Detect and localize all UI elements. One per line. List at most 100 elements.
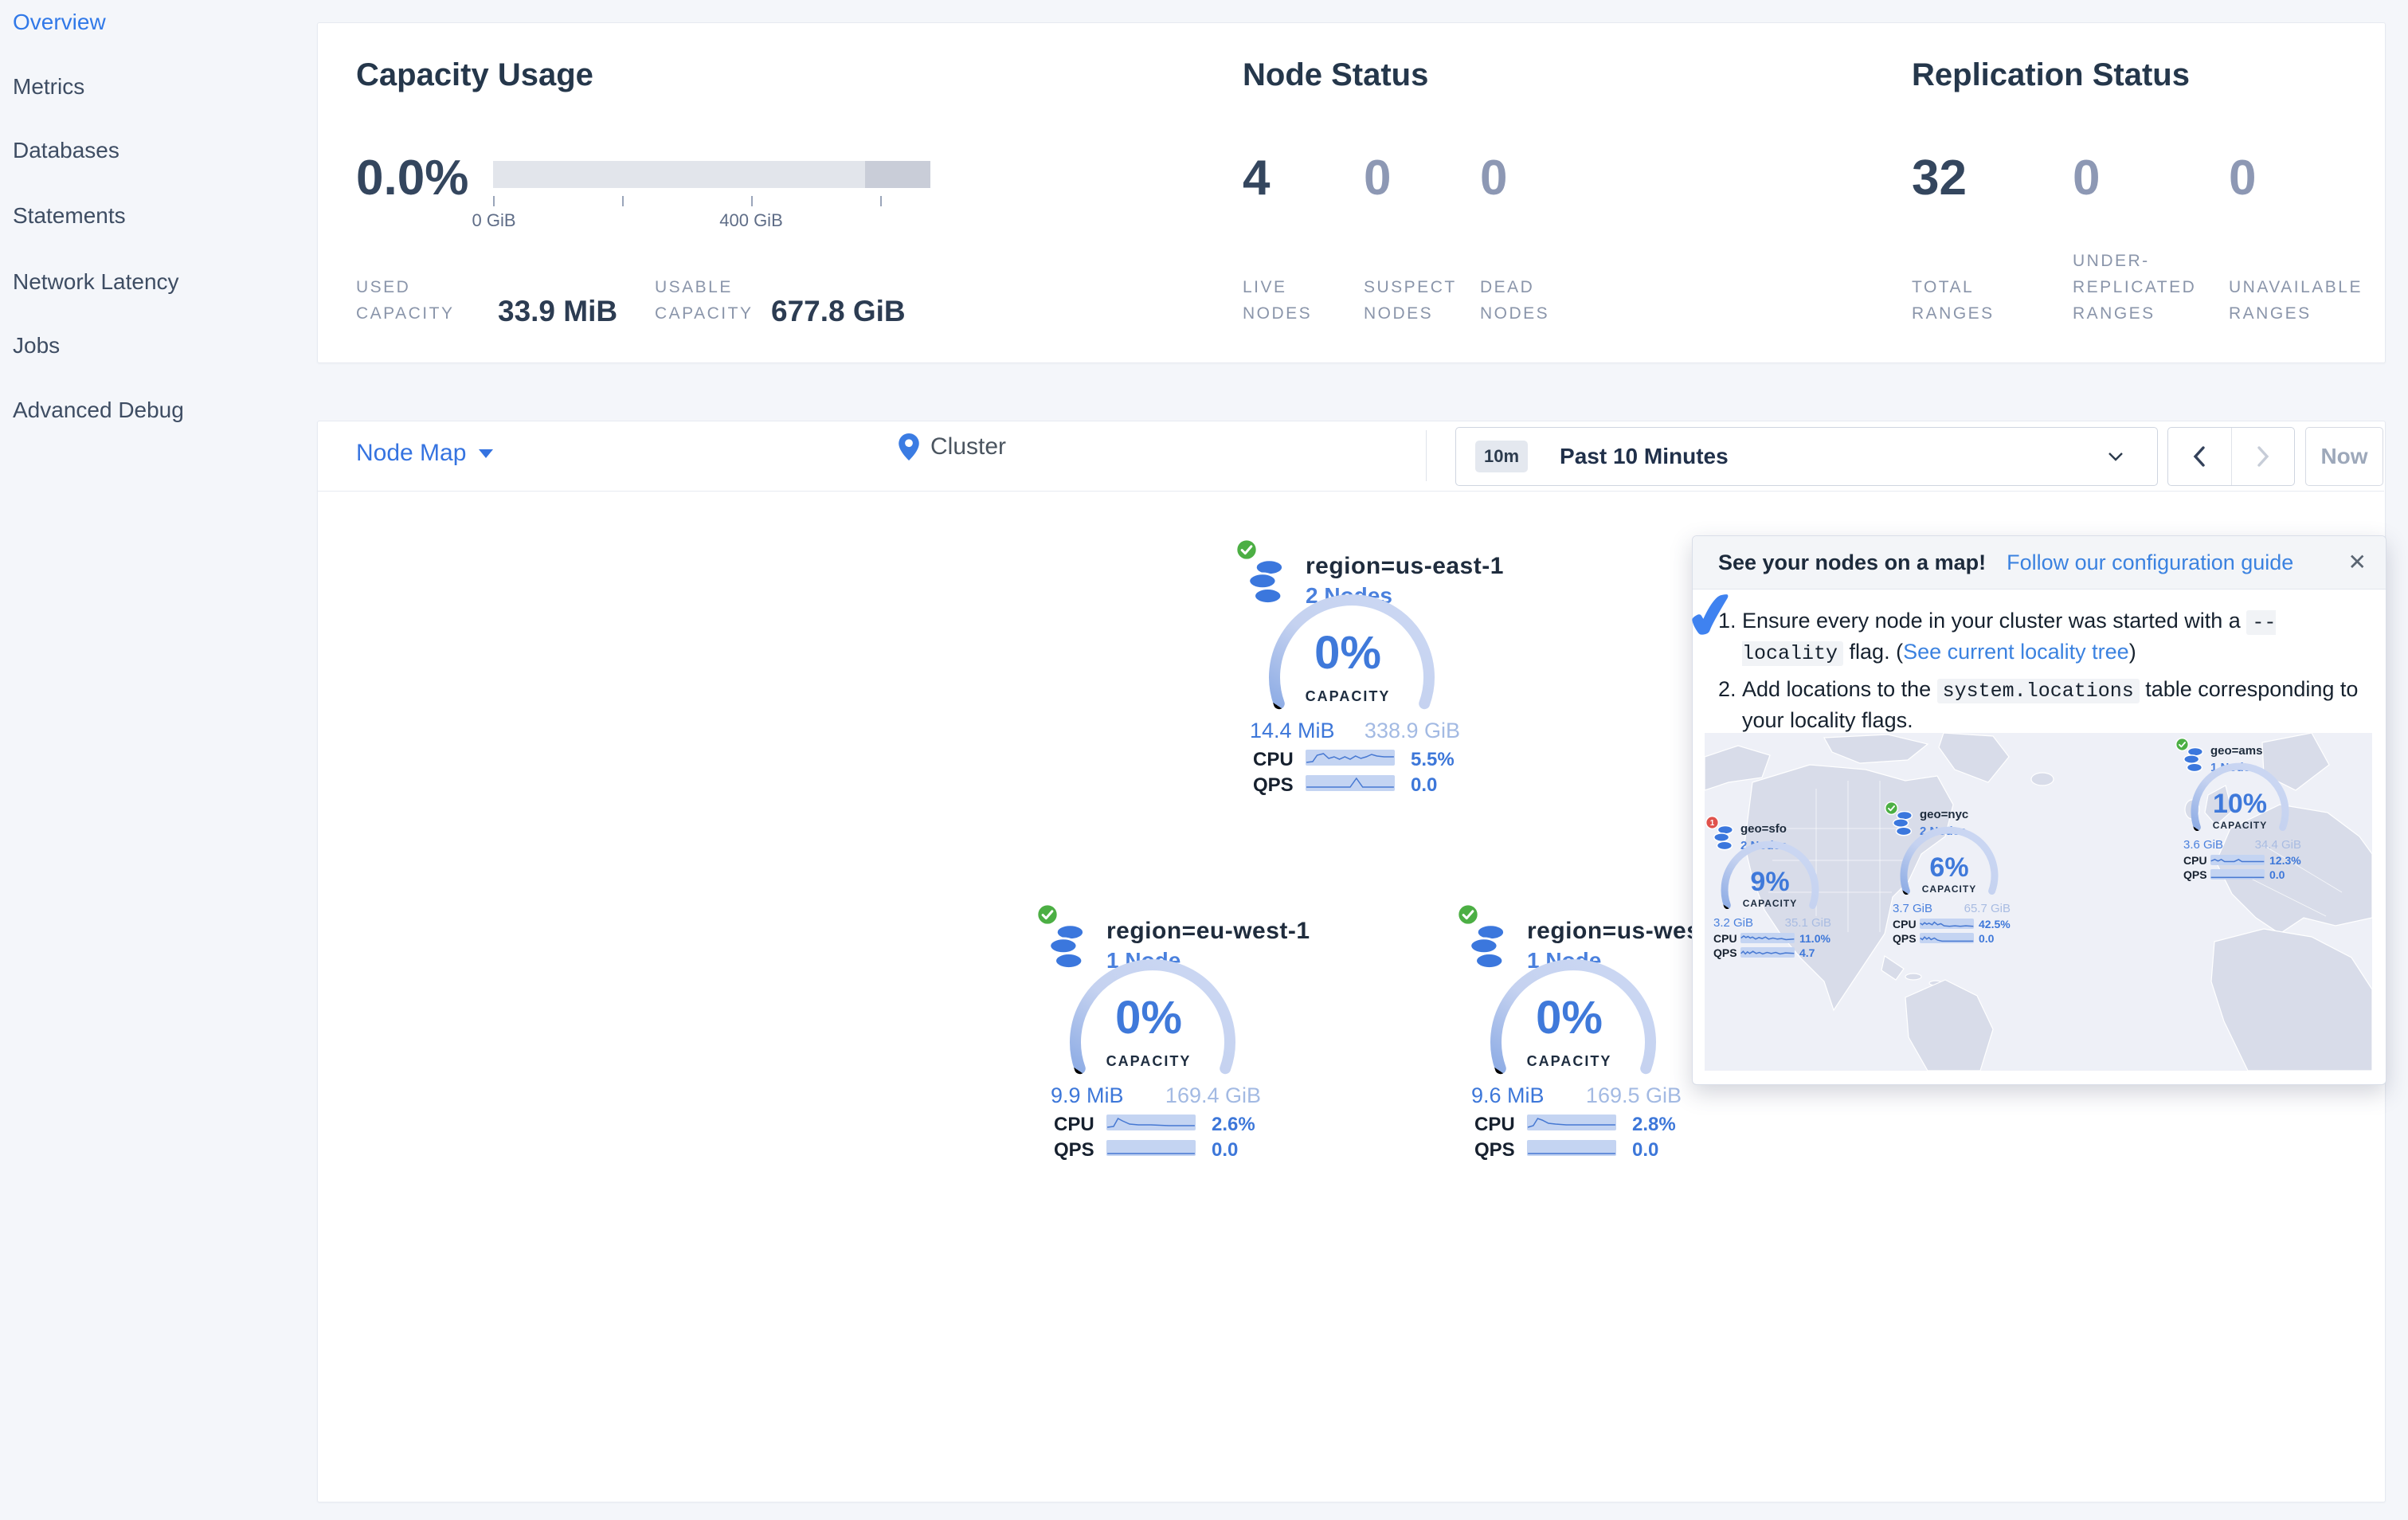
cpu-sparkline: [2210, 855, 2265, 865]
now-button[interactable]: Now: [2305, 427, 2383, 486]
step-1-text: Ensure every node in your cluster was st…: [1742, 609, 2247, 633]
qps-value: 0.0: [1632, 1139, 1659, 1161]
sidebar-item-databases[interactable]: Databases: [13, 138, 119, 163]
node-status-title: Node Status: [1243, 57, 1429, 92]
healthy-check-icon: [1457, 903, 1479, 926]
qps-row: QPS 0.0: [1232, 774, 1463, 796]
sidebar-item-metrics[interactable]: Metrics: [13, 74, 84, 100]
breadcrumb-label: Cluster: [930, 433, 1007, 460]
view-selector-label: Node Map: [356, 440, 467, 466]
db-console-overview-page: { "colors": {"accent_blue": "#3179e8", "…: [0, 0, 2408, 1520]
cpu-sparkline: [1106, 1115, 1196, 1130]
suspect-nodes-count: 0: [1364, 151, 1392, 206]
cpu-label: CPU: [2183, 854, 2207, 867]
locality-capacity-percent: 6%: [1929, 852, 1969, 883]
region-name: region=eu-west-1: [1106, 918, 1310, 944]
locality-name: geo=nyc: [1920, 808, 1969, 821]
cpu-label: CPU: [1893, 918, 1917, 930]
total-ranges-label: TOTAL RANGES: [1912, 278, 1995, 323]
live-nodes-count: 4: [1243, 151, 1271, 206]
locality-cluster-geo-sfo: geo=sfo 2 Nodes 9% CAPACITY 3.2 GiB 35.1…: [1705, 805, 1838, 964]
healthy-check-icon: [2175, 738, 2189, 751]
region-cluster-us-east-1: region=us-east-1 2 Nodes 0% CAPACITY 14.…: [1232, 535, 1503, 806]
cpu-label: CPU: [1253, 749, 1294, 770]
region-usable-capacity: 169.4 GiB: [1165, 1083, 1261, 1107]
under-replicated-label: UNDER-REPLICATED RANGES: [2073, 252, 2197, 323]
cpu-label: CPU: [1474, 1114, 1515, 1135]
region-usable-capacity: 338.9 GiB: [1364, 719, 1460, 742]
locality-used-capacity: 3.6 GiB: [2183, 838, 2224, 852]
time-next-button[interactable]: [2232, 428, 2295, 485]
configuration-guide-link[interactable]: Follow our configuration guide: [2007, 550, 2293, 575]
healthy-check-icon: [1235, 539, 1258, 561]
tooltip-steps: Ensure every node in your cluster was st…: [1712, 606, 2365, 742]
locality-usable-capacity: 35.1 GiB: [1784, 916, 1831, 930]
qps-row: QPS 0.0: [1881, 932, 2017, 946]
close-icon[interactable]: ✕: [2348, 549, 2367, 575]
step-2: Add locations to the system.locations ta…: [1742, 675, 2365, 735]
cpu-value: 2.6%: [1212, 1114, 1255, 1135]
cpu-row: CPU 11.0%: [1705, 932, 1838, 946]
toolbar-divider: [318, 491, 2384, 492]
breadcrumb[interactable]: Cluster: [899, 433, 1006, 460]
cpu-value: 2.8%: [1632, 1114, 1676, 1135]
qps-label: QPS: [1474, 1139, 1515, 1161]
qps-sparkline: [1527, 1140, 1616, 1156]
cpu-sparkline: [1527, 1115, 1616, 1130]
region-cluster-us-west-1: region=us-west-1 1 Node 0% CAPACITY 9.6 …: [1454, 900, 1730, 1171]
qps-label: QPS: [1713, 946, 1737, 959]
sidebar-item-overview[interactable]: Overview: [13, 10, 106, 35]
tooltip-header: See your nodes on a map! Follow our conf…: [1693, 536, 2386, 590]
replication-status-title: Replication Status: [1912, 57, 2190, 92]
locality-tree-link[interactable]: See current locality tree: [1903, 640, 2129, 664]
qps-label: QPS: [2183, 868, 2207, 881]
region-usable-capacity: 169.5 GiB: [1585, 1083, 1682, 1107]
cpu-value: 12.3%: [2269, 854, 2301, 867]
cpu-sparkline: [1920, 919, 1974, 929]
axis-tick: [493, 196, 495, 206]
sidebar-item-statements[interactable]: Statements: [13, 203, 126, 229]
step-1: Ensure every node in your cluster was st…: [1742, 606, 2365, 668]
used-capacity-value: 33.9 MiB: [498, 295, 618, 327]
cpu-row: CPU 12.3%: [2172, 854, 2308, 868]
capacity-percent: 0.0%: [356, 151, 469, 206]
unavailable-ranges-label: UNAVAILABLE RANGES: [2229, 278, 2363, 323]
time-prev-button[interactable]: [2168, 428, 2232, 485]
capacity-usage-title: Capacity Usage: [356, 57, 593, 92]
step-1-suffix: ): [2128, 640, 2136, 664]
qps-sparkline: [1106, 1140, 1196, 1156]
time-range-value: Past 10 Minutes: [1560, 444, 1729, 468]
cpu-label: CPU: [1054, 1114, 1094, 1135]
sidebar-item-network-latency[interactable]: Network Latency: [13, 269, 179, 295]
locality-cluster-geo-ams: geo=ams 1 Node 10% CAPACITY 3.6 GiB 34.4…: [2172, 733, 2308, 886]
view-selector-dropdown[interactable]: Node Map: [356, 440, 494, 467]
locality-capacity-label: CAPACITY: [1921, 883, 1977, 895]
step-2-text: Add locations to the: [1742, 677, 1937, 701]
locality-cluster-geo-nyc: geo=nyc 2 Nodes 6% CAPACITY 3.7 GiB 65.7…: [1881, 790, 2017, 950]
live-nodes-label: LIVE NODES: [1243, 278, 1313, 323]
usable-capacity-label: USABLE CAPACITY: [655, 278, 754, 323]
locality-capacity-percent: 9%: [1750, 867, 1790, 897]
qps-label: QPS: [1893, 932, 1917, 945]
qps-value: 4.7: [1799, 946, 1815, 959]
sidebar-item-advanced-debug[interactable]: Advanced Debug: [13, 398, 184, 423]
region-name: region=us-east-1: [1306, 553, 1504, 579]
axis-tick: [751, 196, 753, 206]
qps-sparkline: [1920, 933, 1974, 943]
region-capacity-percent: 0%: [1536, 992, 1603, 1044]
cpu-sparkline: [1740, 933, 1795, 943]
sidebar-item-jobs[interactable]: Jobs: [13, 333, 60, 358]
time-range-select[interactable]: 10m Past 10 Minutes: [1455, 427, 2158, 486]
map-pin-icon: [899, 433, 919, 460]
chevron-down-icon: [2108, 452, 2123, 461]
cpu-row: CPU 42.5%: [1881, 918, 2017, 931]
chevron-left-icon: [2193, 446, 2205, 467]
region-capacity-label: CAPACITY: [1106, 1053, 1192, 1069]
cpu-value: 42.5%: [1979, 918, 2011, 930]
region-capacity-percent: 0%: [1314, 627, 1381, 679]
capacity-bar: [493, 161, 930, 188]
locality-name: geo=ams: [2210, 744, 2263, 758]
healthy-check-icon: [1036, 903, 1059, 926]
cpu-value: 5.5%: [1411, 749, 1455, 770]
warning-badge-icon: [1705, 816, 1719, 829]
